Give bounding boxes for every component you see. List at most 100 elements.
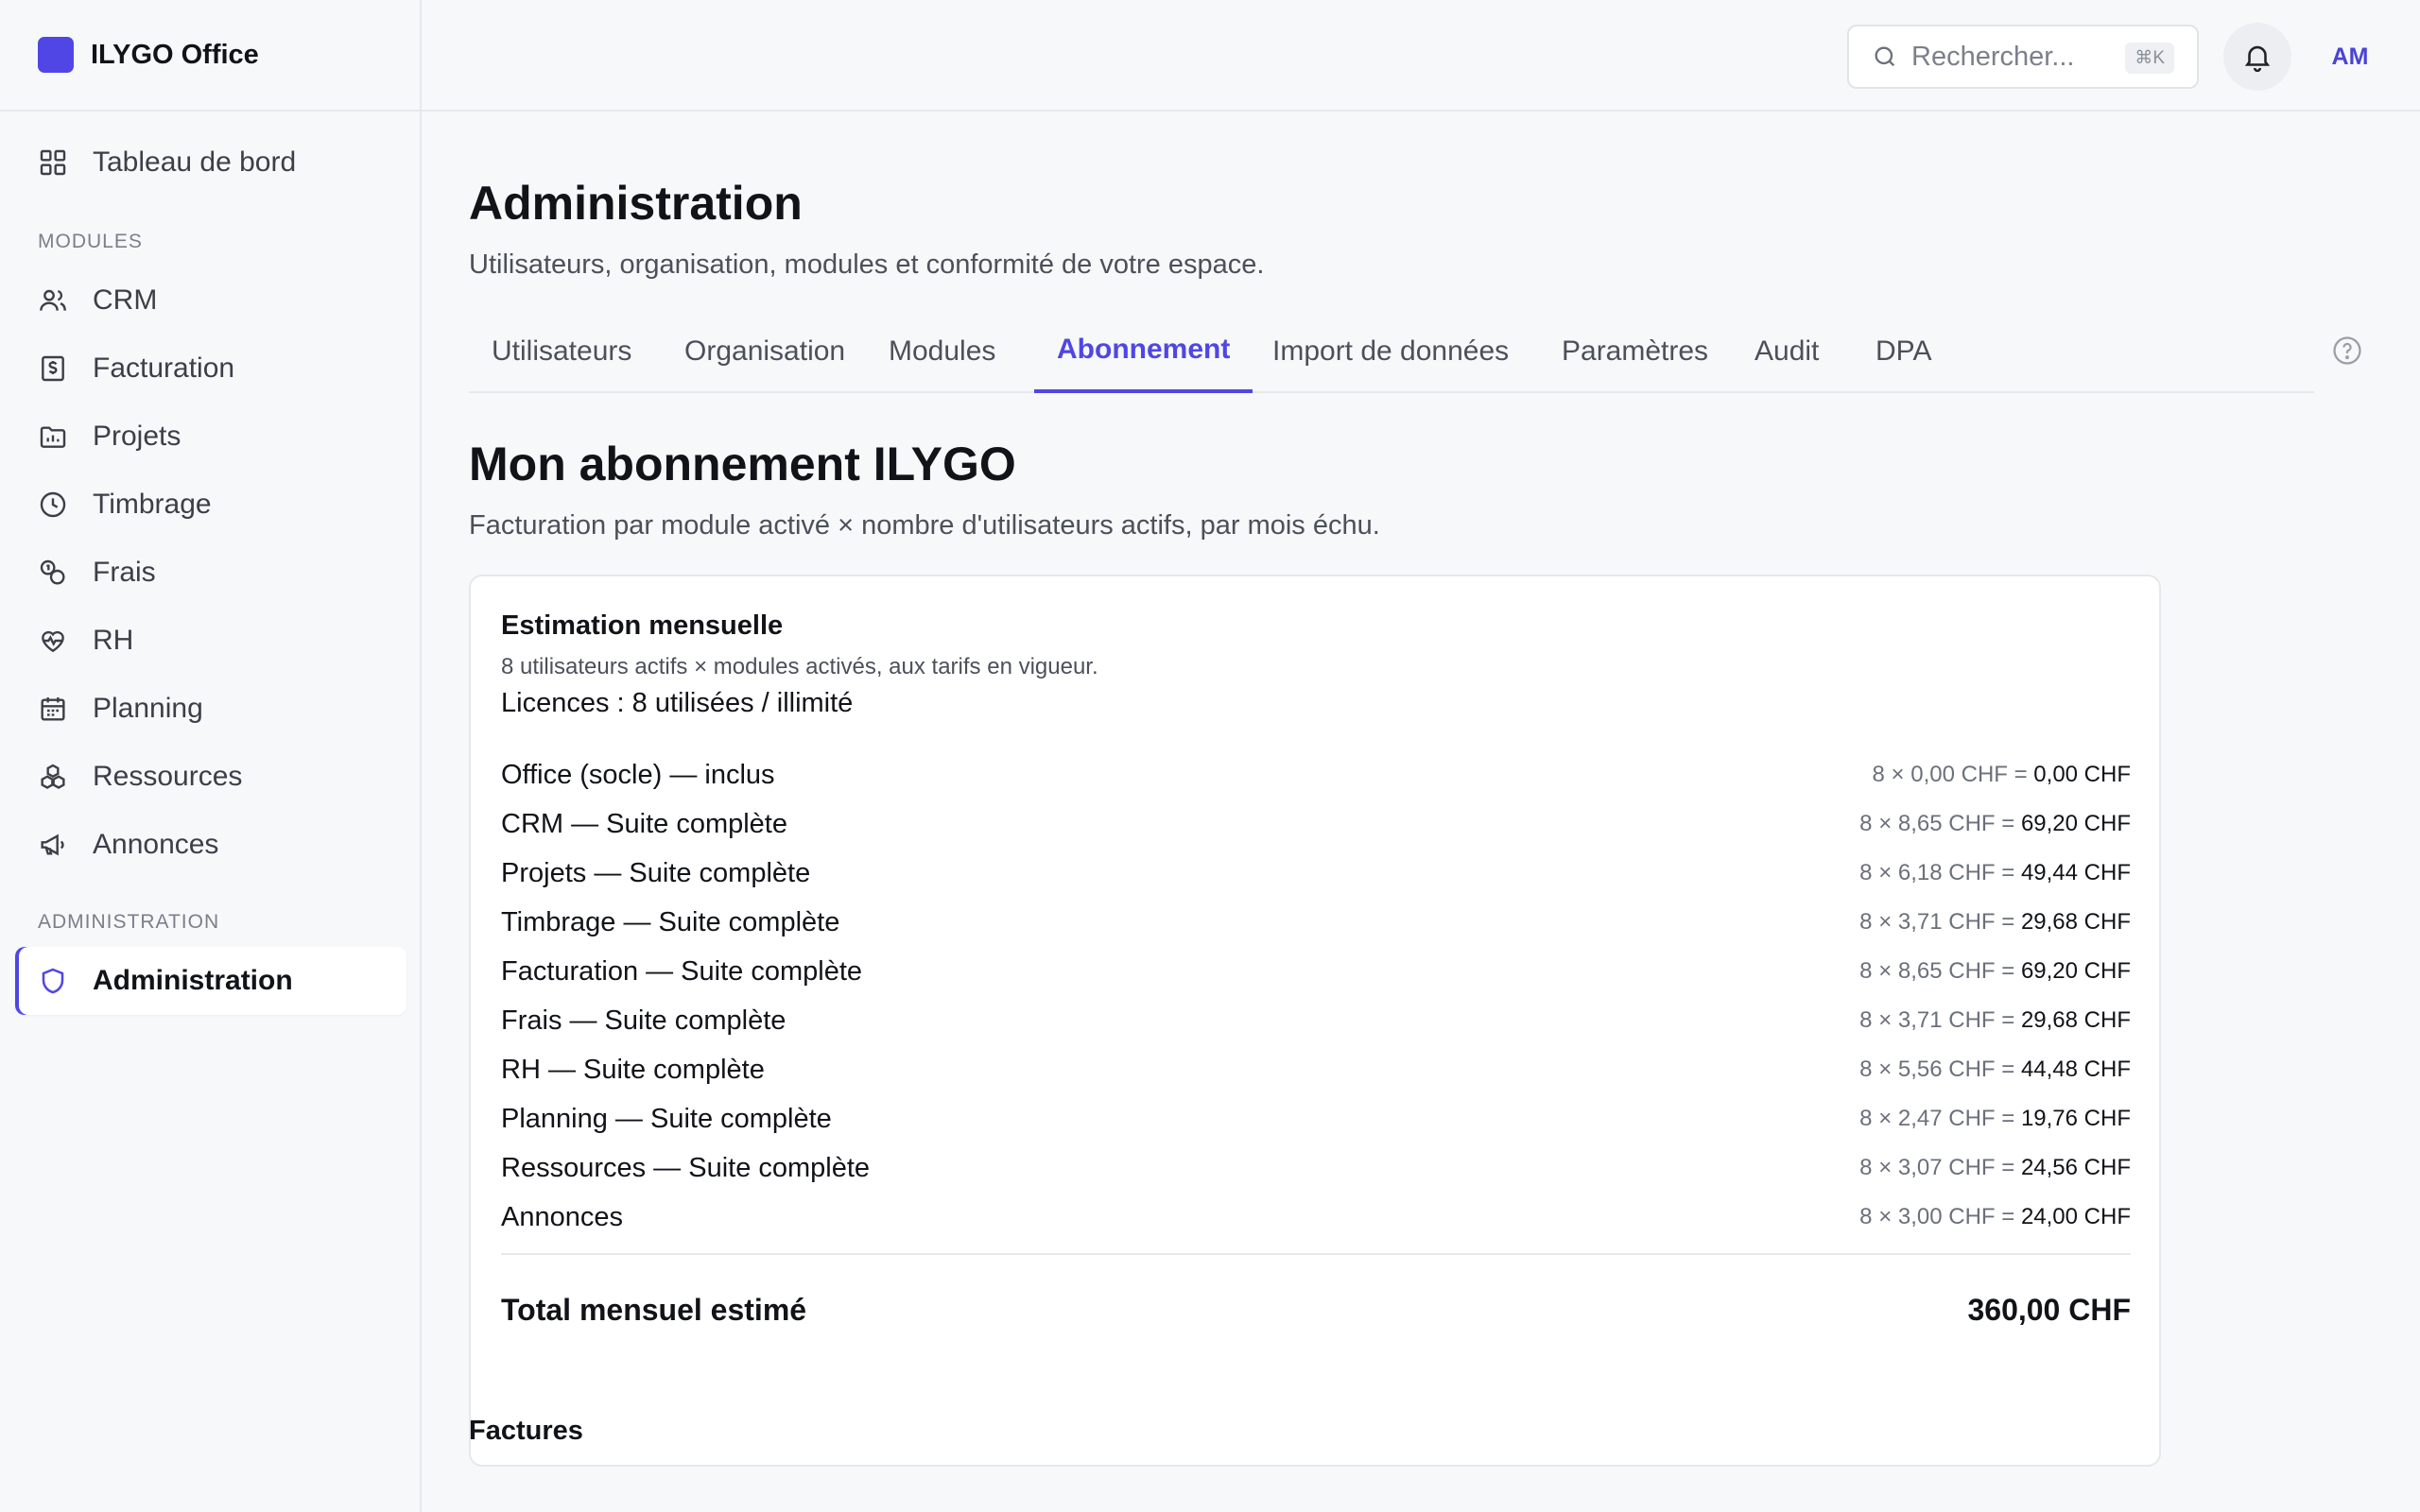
line-label: Annonces — [501, 1201, 623, 1232]
subscription-subtitle: Facturation par module activé × nombre d… — [469, 510, 1380, 541]
sidebar-item-label: RH — [93, 625, 134, 656]
sidebar-item-administration[interactable]: Administration — [15, 947, 406, 1015]
line-calc: 8 × 6,18 CHF = — [1859, 860, 2015, 885]
tab-modules[interactable]: Modules — [866, 310, 1018, 393]
line-item: Planning — Suite complète 8 × 2,47 CHF =… — [501, 1094, 2131, 1143]
line-amount: 8 × 2,47 CHF = 19,76 CHF — [1859, 1106, 2131, 1132]
line-total: 29,68 CHF — [2020, 909, 2131, 935]
sidebar-item-label: Facturation — [93, 352, 235, 384]
line-item: Timbrage — Suite complète 8 × 3,71 CHF =… — [501, 898, 2131, 947]
total-label: Total mensuel estimé — [501, 1292, 807, 1327]
sidebar-item-label: Projets — [93, 421, 182, 452]
sidebar-item-timbrage[interactable]: Timbrage — [15, 471, 406, 539]
page-subtitle: Utilisateurs, organisation, modules et c… — [469, 249, 1265, 280]
line-total: 69,20 CHF — [2020, 958, 2131, 984]
licenses-info: Licences : 8 utilisées / illimité — [501, 688, 854, 718]
tab-audit[interactable]: Audit — [1732, 310, 1841, 393]
line-calc: 8 × 8,65 CHF = — [1859, 811, 2015, 836]
line-total: 24,00 CHF — [2020, 1204, 2131, 1229]
search-input[interactable] — [1911, 41, 2119, 73]
line-item: Office (socle) — inclus 8 × 0,00 CHF = 0… — [501, 750, 2131, 799]
sidebar-item-dashboard[interactable]: Tableau de bord — [15, 129, 406, 197]
line-item: RH — Suite complète 8 × 5,56 CHF = 44,48… — [501, 1045, 2131, 1094]
line-item: Frais — Suite complète 8 × 3,71 CHF = 29… — [501, 996, 2131, 1045]
sidebar: ILYGO Office Tableau de bord MODULES CRM… — [0, 0, 422, 1512]
topbar: ⌘K AM — [422, 0, 2420, 112]
line-calc: 8 × 2,47 CHF = — [1859, 1106, 2015, 1131]
tab-abonnement[interactable]: Abonnement — [1034, 310, 1253, 393]
tab-utilisateurs[interactable]: Utilisateurs — [469, 310, 654, 393]
shield-icon — [42, 968, 64, 994]
line-calc: 8 × 3,71 CHF = — [1859, 909, 2015, 935]
line-item: Ressources — Suite complète 8 × 3,07 CHF… — [501, 1143, 2131, 1193]
folder-chart-icon — [40, 426, 66, 448]
sidebar-item-crm[interactable]: CRM — [15, 266, 406, 335]
sidebar-item-label: CRM — [93, 284, 158, 316]
line-total: 49,44 CHF — [2020, 860, 2131, 885]
line-label: Timbrage — Suite complète — [501, 906, 840, 937]
notifications-button[interactable] — [2223, 23, 2291, 91]
sidebar-item-planning[interactable]: Planning — [15, 675, 406, 743]
line-label: Planning — Suite complète — [501, 1103, 832, 1134]
invoice-icon — [42, 355, 64, 382]
line-amount: 8 × 8,65 CHF = 69,20 CHF — [1859, 958, 2131, 985]
line-calc: 8 × 3,71 CHF = — [1859, 1007, 2015, 1033]
clock-icon — [40, 491, 66, 518]
line-amount: 8 × 3,00 CHF = 24,00 CHF — [1859, 1204, 2131, 1230]
total-row: Total mensuel estimé 360,00 CHF — [501, 1272, 2131, 1348]
card-title: Estimation mensuelle — [501, 610, 784, 641]
line-item: Facturation — Suite complète 8 × 8,65 CH… — [501, 947, 2131, 996]
sidebar-item-label: Timbrage — [93, 489, 212, 520]
line-total: 24,56 CHF — [2020, 1155, 2131, 1180]
sidebar-item-label: Annonces — [93, 829, 219, 860]
line-amount: 8 × 5,56 CHF = 44,48 CHF — [1859, 1057, 2131, 1083]
tab-organisation[interactable]: Organisation — [662, 310, 868, 393]
line-amount: 8 × 8,65 CHF = 69,20 CHF — [1859, 811, 2131, 837]
grid-icon — [40, 149, 66, 176]
line-total: 0,00 CHF — [2033, 762, 2131, 787]
search-icon — [1875, 46, 1895, 67]
card-subtitle: 8 utilisateurs actifs × modules activés,… — [501, 654, 1098, 679]
line-calc: 8 × 5,56 CHF = — [1859, 1057, 2015, 1082]
avatar[interactable]: AM — [2316, 23, 2384, 91]
line-amount: 8 × 3,71 CHF = 29,68 CHF — [1859, 1007, 2131, 1034]
sidebar-item-projets[interactable]: Projets — [15, 403, 406, 471]
tab-dpa[interactable]: DPA — [1853, 310, 1954, 393]
brand[interactable]: ILYGO Office — [0, 0, 420, 112]
line-amount: 8 × 6,18 CHF = 49,44 CHF — [1859, 860, 2131, 886]
boxes-icon — [41, 764, 65, 789]
line-calc: 8 × 3,07 CHF = — [1859, 1155, 2015, 1180]
line-calc: 8 × 8,65 CHF = — [1859, 958, 2015, 984]
line-amount: 8 × 0,00 CHF = 0,00 CHF — [1873, 762, 2131, 788]
line-calc: 8 × 3,00 CHF = — [1859, 1204, 2015, 1229]
megaphone-icon — [41, 833, 64, 856]
coins-icon — [40, 559, 65, 585]
sidebar-item-label: Ressources — [93, 761, 243, 792]
admin-heading: ADMINISTRATION — [38, 911, 220, 933]
line-item: Projets — Suite complète 8 × 6,18 CHF = … — [501, 849, 2131, 898]
line-label: CRM — Suite complète — [501, 808, 787, 839]
sidebar-item-ressources[interactable]: Ressources — [15, 743, 406, 811]
help-icon[interactable] — [2331, 335, 2363, 367]
heart-pulse-icon — [42, 630, 64, 653]
subscription-title: Mon abonnement ILYGO — [469, 438, 1016, 490]
line-label: Office (socle) — inclus — [501, 759, 775, 790]
line-item: Annonces 8 × 3,00 CHF = 24,00 CHF — [501, 1193, 2131, 1242]
sidebar-item-label: Frais — [93, 557, 156, 588]
line-total: 69,20 CHF — [2020, 811, 2131, 836]
app-name: ILYGO Office — [91, 39, 259, 70]
tab-import[interactable]: Import de données — [1250, 310, 1531, 393]
sidebar-item-rh[interactable]: RH — [15, 607, 406, 675]
line-label: Facturation — Suite complète — [501, 955, 863, 987]
divider — [501, 1253, 2131, 1255]
users-icon — [40, 289, 66, 311]
sidebar-item-facturation[interactable]: Facturation — [15, 335, 406, 403]
line-total: 29,68 CHF — [2020, 1007, 2131, 1033]
sidebar-item-annonces[interactable]: Annonces — [15, 811, 406, 879]
search-box[interactable]: ⌘K — [1847, 25, 2199, 89]
line-item: CRM — Suite complète 8 × 8,65 CHF = 69,2… — [501, 799, 2131, 849]
tab-parametres[interactable]: Paramètres — [1539, 310, 1731, 393]
line-total: 44,48 CHF — [2020, 1057, 2131, 1082]
page-title: Administration — [469, 177, 803, 230]
sidebar-item-frais[interactable]: Frais — [15, 539, 406, 607]
